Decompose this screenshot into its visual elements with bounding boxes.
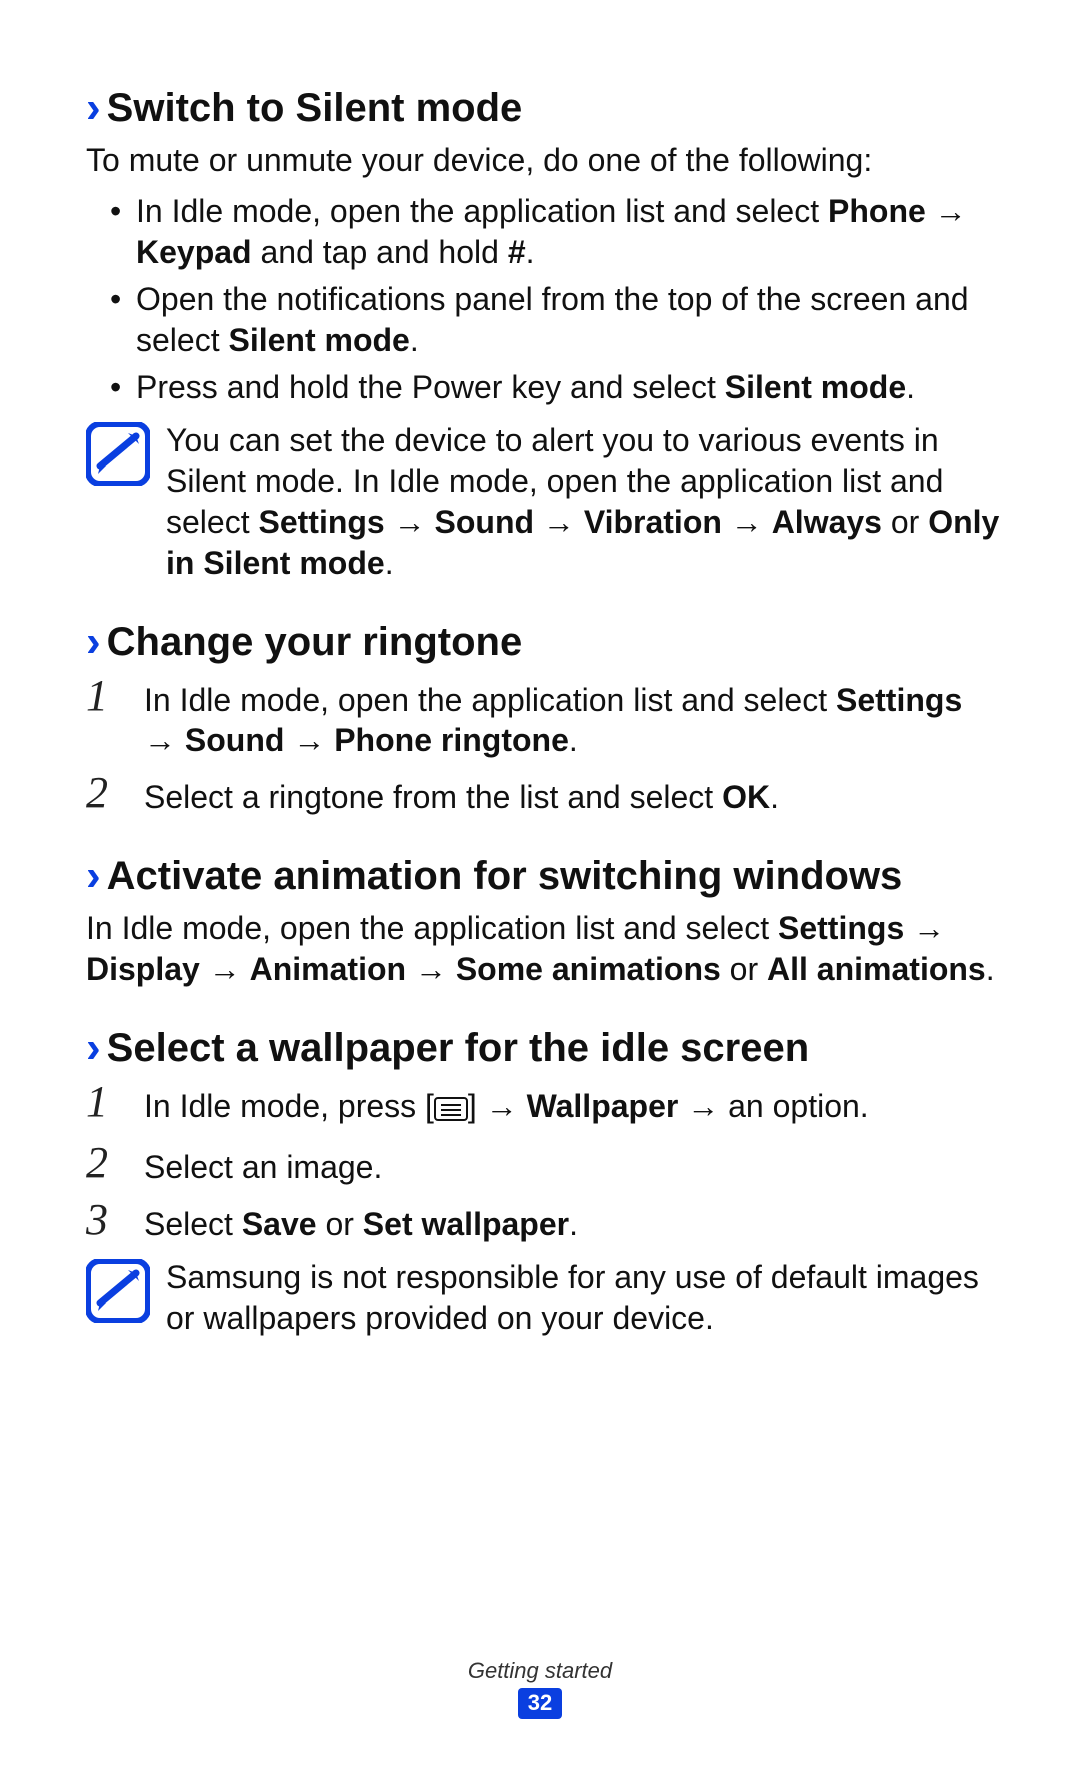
- heading-text: Select a wallpaper for the idle screen: [107, 1024, 810, 1072]
- bold: Keypad: [136, 234, 252, 270]
- chevron-right-icon: ›: [86, 86, 97, 130]
- text: In Idle mode, open the application list …: [86, 910, 778, 946]
- text: Press and hold the Power key and select: [136, 369, 725, 405]
- step-text: Select Save or Set wallpaper.: [144, 1198, 578, 1245]
- text: →: [406, 951, 456, 987]
- text: →: [534, 504, 584, 540]
- step-text: Select a ringtone from the list and sele…: [144, 771, 779, 818]
- text: →: [200, 951, 250, 987]
- text: →: [385, 504, 435, 540]
- text: →: [926, 193, 967, 229]
- text: and tap and hold: [252, 234, 508, 270]
- text: .: [526, 234, 535, 270]
- bold: Animation: [250, 951, 406, 987]
- bold: Display: [86, 951, 200, 987]
- step-number: 1: [86, 1080, 132, 1124]
- step-text: In Idle mode, open the application list …: [144, 674, 1002, 762]
- text: .: [906, 369, 915, 405]
- heading-text: Activate animation for switching windows: [107, 852, 903, 900]
- ringtone-steps: 1 In Idle mode, open the application lis…: [86, 674, 1002, 819]
- silent-bullet-1: In Idle mode, open the application list …: [110, 191, 1002, 273]
- wallpaper-note: Samsung is not responsible for any use o…: [86, 1257, 1002, 1339]
- bold: Vibration: [584, 504, 722, 540]
- text: or: [721, 951, 767, 987]
- wallpaper-note-text: Samsung is not responsible for any use o…: [166, 1257, 1002, 1339]
- bold: Sound: [435, 504, 535, 540]
- text: .: [410, 322, 419, 358]
- text: .: [569, 722, 578, 758]
- bold: Phone ringtone: [334, 722, 569, 758]
- bold: Silent mode: [725, 369, 906, 405]
- page-number-badge: 32: [518, 1688, 562, 1719]
- ringtone-step-2: 2 Select a ringtone from the list and se…: [86, 771, 1002, 818]
- chevron-right-icon: ›: [86, 854, 97, 898]
- heading-text: Change your ringtone: [107, 618, 523, 666]
- step-text: Select an image.: [144, 1141, 382, 1188]
- text: or: [882, 504, 928, 540]
- heading-text: Switch to Silent mode: [107, 84, 523, 132]
- bold: Settings: [258, 504, 384, 540]
- text: In Idle mode, open the application list …: [136, 193, 828, 229]
- step-text: In Idle mode, press [ ] → Wallpaper → an …: [144, 1080, 869, 1131]
- silent-bullet-3: Press and hold the Power key and select …: [110, 367, 1002, 408]
- wallpaper-steps: 1 In Idle mode, press [ ] → Wallpaper → a…: [86, 1080, 1002, 1245]
- silent-bullet-list: In Idle mode, open the application list …: [86, 191, 1002, 408]
- text: .: [986, 951, 995, 987]
- text: →: [722, 504, 772, 540]
- heading-ringtone: › Change your ringtone: [86, 618, 1002, 666]
- ringtone-step-1: 1 In Idle mode, open the application lis…: [86, 674, 1002, 762]
- bold: Always: [772, 504, 882, 540]
- text: Select a ringtone from the list and sele…: [144, 779, 722, 815]
- note-icon: [86, 1259, 150, 1323]
- step-number: 1: [86, 674, 132, 718]
- text: or: [317, 1206, 363, 1242]
- step-number: 2: [86, 1141, 132, 1185]
- step-number: 3: [86, 1198, 132, 1242]
- bold: Set wallpaper: [363, 1206, 569, 1242]
- bold: Wallpaper: [527, 1088, 679, 1124]
- animation-text: In Idle mode, open the application list …: [86, 908, 1002, 990]
- silent-bullet-2: Open the notifications panel from the to…: [110, 279, 1002, 361]
- silent-note: You can set the device to alert you to v…: [86, 420, 1002, 584]
- bold: #: [508, 234, 526, 270]
- bold: Settings: [836, 682, 962, 718]
- chevron-right-icon: ›: [86, 620, 97, 664]
- bold: Settings: [778, 910, 904, 946]
- bold: OK: [722, 779, 770, 815]
- step-number: 2: [86, 771, 132, 815]
- bold: All animations: [767, 951, 986, 987]
- wallpaper-step-1: 1 In Idle mode, press [ ] → Wallpaper → a…: [86, 1080, 1002, 1131]
- text: Select: [144, 1206, 242, 1242]
- text: →: [284, 722, 334, 758]
- wallpaper-step-2: 2 Select an image.: [86, 1141, 1002, 1188]
- text: ] →: [468, 1088, 527, 1124]
- wallpaper-step-3: 3 Select Save or Set wallpaper.: [86, 1198, 1002, 1245]
- bold: Silent mode: [228, 322, 409, 358]
- chevron-right-icon: ›: [86, 1026, 97, 1070]
- text: →: [144, 722, 185, 758]
- text: →: [904, 910, 945, 946]
- footer-section-label: Getting started: [0, 1658, 1080, 1684]
- bold: Save: [242, 1206, 317, 1242]
- heading-animation: › Activate animation for switching windo…: [86, 852, 1002, 900]
- text: .: [569, 1206, 578, 1242]
- bold: Phone: [828, 193, 926, 229]
- bold: Some animations: [456, 951, 721, 987]
- page-footer: Getting started 32: [0, 1658, 1080, 1719]
- silent-note-text: You can set the device to alert you to v…: [166, 420, 1002, 584]
- text: .: [385, 545, 394, 581]
- bold: Sound: [185, 722, 285, 758]
- note-icon: [86, 422, 150, 486]
- text: → an option.: [678, 1088, 868, 1124]
- text: In Idle mode, press [: [144, 1088, 434, 1124]
- text: In Idle mode, open the application list …: [144, 682, 836, 718]
- text: .: [770, 779, 779, 815]
- menu-key-icon: [434, 1090, 468, 1131]
- silent-intro: To mute or unmute your device, do one of…: [86, 140, 1002, 181]
- document-page: › Switch to Silent mode To mute or unmut…: [0, 0, 1080, 1771]
- heading-silent-mode: › Switch to Silent mode: [86, 84, 1002, 132]
- heading-wallpaper: › Select a wallpaper for the idle screen: [86, 1024, 1002, 1072]
